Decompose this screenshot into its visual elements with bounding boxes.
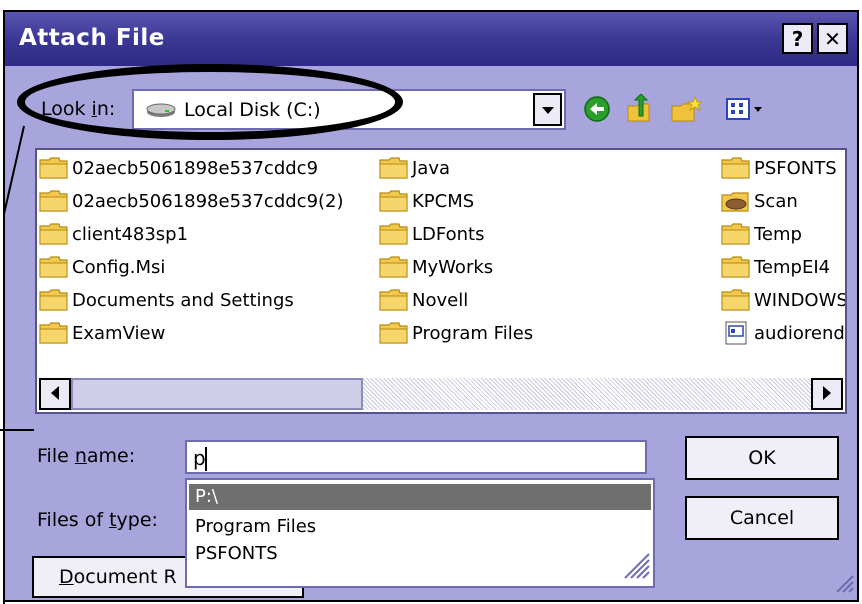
autocomplete-dropdown: P:\ Program Files PSFONTS [185, 478, 655, 588]
file-item[interactable]: ExamView [39, 320, 165, 346]
file-item-label: LDFonts [412, 223, 485, 245]
file-item-label: KPCMS [412, 190, 475, 212]
look-in-label: Look in: [41, 98, 116, 120]
folder-icon [379, 189, 409, 213]
arrow-left-icon [50, 385, 60, 404]
file-item-label: ExamView [72, 322, 166, 344]
file-name-value: p [193, 446, 206, 470]
back-icon[interactable] [580, 92, 614, 126]
file-item-label: client483sp1 [72, 223, 189, 245]
file-item[interactable]: Program Files [379, 320, 533, 346]
scroll-left-button[interactable] [39, 378, 71, 410]
file-item-label: Temp [754, 223, 802, 245]
folder-icon [379, 255, 409, 279]
folder-icon [379, 288, 409, 312]
file-item[interactable]: 02aecb5061898e537cddc9(2) [39, 188, 344, 214]
file-item[interactable]: audiorenderer [721, 320, 845, 346]
folder-icon [721, 156, 751, 180]
local-disk-icon [145, 101, 177, 123]
ok-button[interactable]: OK [685, 436, 839, 480]
folder-icon [379, 156, 409, 180]
folder-icon [39, 255, 69, 279]
help-button[interactable]: ? [782, 23, 813, 54]
file-item[interactable]: Temp [721, 221, 802, 247]
file-item[interactable]: LDFonts [379, 221, 484, 247]
file-item-label: audiorenderer [754, 322, 845, 344]
scrollbar-thumb[interactable] [71, 378, 363, 410]
folder-icon [39, 189, 69, 213]
file-item-label: WINDOWS [754, 289, 847, 311]
file-item-label: Java [412, 157, 451, 179]
up-folder-icon[interactable] [623, 92, 657, 126]
attach-file-dialog: Attach File ? ✕ Look in: Local Disk (C:)… [3, 10, 859, 602]
folder-icon [379, 321, 409, 345]
dialog-title: Attach File [19, 25, 165, 51]
autocomplete-item-program-files[interactable]: Program Files [189, 514, 651, 540]
file-item[interactable]: 02aecb5061898e537cddc9 [39, 155, 318, 181]
folder-icon [721, 222, 751, 246]
file-item[interactable]: Scan [721, 188, 798, 214]
annotation-leader-lines [0, 125, 34, 604]
file-item[interactable]: TempEI4 [721, 254, 830, 280]
folder-icon [39, 288, 69, 312]
folder-icon [39, 222, 69, 246]
arrow-right-icon [822, 385, 832, 404]
file-item[interactable]: KPCMS [379, 188, 474, 214]
autocomplete-item-psfonts[interactable]: PSFONTS [189, 541, 651, 567]
chevron-down-icon [541, 100, 554, 119]
file-icon [721, 321, 751, 345]
file-item[interactable]: Config.Msi [39, 254, 165, 280]
file-item[interactable]: WINDOWS [721, 287, 847, 313]
scan-folder-icon [721, 189, 751, 213]
folder-icon [721, 288, 751, 312]
cancel-button[interactable]: Cancel [685, 496, 839, 540]
new-folder-icon[interactable] [669, 92, 703, 126]
folder-icon [721, 255, 751, 279]
horizontal-scrollbar[interactable] [39, 378, 843, 410]
file-item[interactable]: client483sp1 [39, 221, 188, 247]
file-item[interactable]: Novell [379, 287, 468, 313]
scroll-right-button[interactable] [811, 378, 843, 410]
file-list[interactable]: 02aecb5061898e537cddc9 02aecb5061898e537c… [35, 148, 847, 414]
view-menu-icon[interactable] [723, 92, 767, 126]
file-item-label: Novell [412, 289, 469, 311]
look-in-value: Local Disk (C:) [184, 99, 321, 121]
file-item-label: MyWorks [412, 256, 494, 278]
dialog-resize-grip-icon[interactable] [833, 572, 855, 598]
file-item-label: Program Files [412, 322, 534, 344]
folder-icon [39, 321, 69, 345]
file-item[interactable]: MyWorks [379, 254, 493, 280]
folder-icon [39, 156, 69, 180]
title-bar[interactable]: Attach File ? ✕ [5, 12, 857, 66]
file-item[interactable]: Documents and Settings [39, 287, 294, 313]
file-item-label: TempEI4 [754, 256, 831, 278]
files-of-type-label: Files of type: [37, 509, 158, 531]
file-item[interactable]: Java [379, 155, 450, 181]
look-in-combobox[interactable]: Local Disk (C:) [132, 89, 566, 130]
text-caret [205, 447, 207, 471]
file-item-label: 02aecb5061898e537cddc9 [72, 157, 319, 179]
file-name-input[interactable]: p [185, 440, 647, 474]
close-button[interactable]: ✕ [817, 23, 848, 54]
folder-icon [379, 222, 409, 246]
file-item-label: Config.Msi [72, 256, 166, 278]
file-item-label: Scan [754, 190, 798, 212]
resize-grip-icon[interactable] [621, 550, 651, 584]
file-item-label: 02aecb5061898e537cddc9(2) [72, 190, 344, 212]
file-name-label: File name: [37, 445, 136, 467]
file-item-label: Documents and Settings [72, 289, 294, 311]
file-item[interactable]: PSFONTS [721, 155, 837, 181]
file-item-label: PSFONTS [754, 157, 837, 179]
autocomplete-item-p-drive[interactable]: P:\ [189, 484, 651, 510]
look-in-dropdown-button[interactable] [533, 93, 562, 126]
